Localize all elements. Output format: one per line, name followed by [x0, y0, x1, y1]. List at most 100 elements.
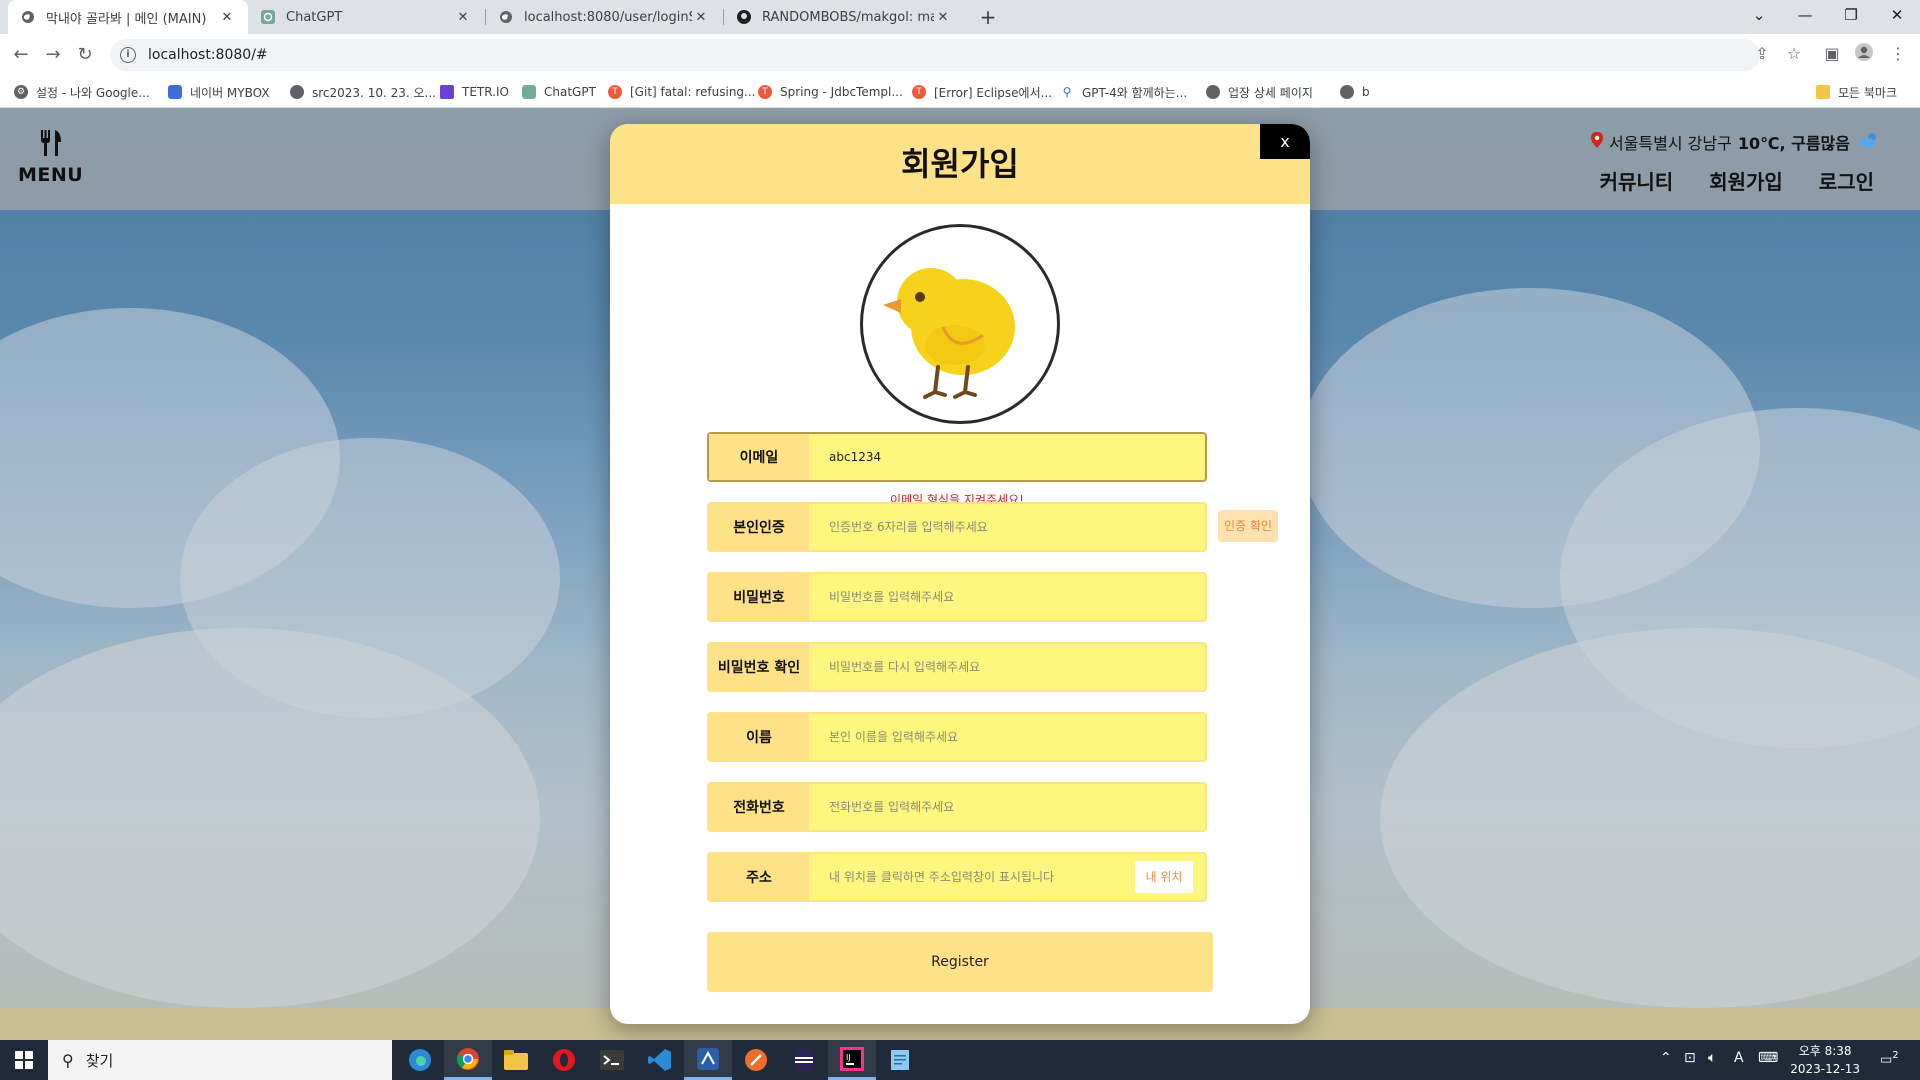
intellij-icon[interactable]: IJ	[828, 1040, 876, 1080]
bookmark-label: [Git] fatal: refusing...	[630, 85, 756, 99]
password-input[interactable]	[809, 574, 1205, 620]
tab-title: localhost:8080/user/loginSucce	[524, 9, 692, 25]
verification-label: 본인인증	[709, 504, 809, 550]
nav-community[interactable]: 커뮤니티	[1600, 166, 1674, 195]
tistory-icon: T	[912, 85, 926, 99]
share-icon[interactable]: ⇪	[1750, 42, 1774, 66]
notepad-icon[interactable]	[876, 1040, 924, 1080]
bookmark-item[interactable]: ChatGPT	[522, 83, 596, 101]
volume-icon[interactable]: 🔈︎	[1708, 1050, 1716, 1066]
bookmark-item[interactable]: T [Git] fatal: refusing...	[608, 83, 755, 101]
password-label: 비밀번호	[709, 574, 809, 620]
address-input[interactable]	[809, 854, 1135, 900]
side-panel-icon[interactable]: ▣	[1820, 42, 1844, 66]
modal-header: 회원가입	[610, 124, 1310, 204]
restore-button[interactable]: ❐	[1828, 0, 1874, 34]
cube-icon	[168, 85, 182, 99]
nav-login[interactable]: 로그인	[1819, 166, 1874, 195]
postman-icon[interactable]	[732, 1040, 780, 1080]
close-icon[interactable]: ✕	[692, 10, 710, 25]
chevron-up-icon[interactable]: ⌃	[1660, 1050, 1672, 1066]
eclipse-icon[interactable]	[780, 1040, 828, 1080]
weather-widget: 서울특별시 강남구 10℃, 구름많음	[1590, 130, 1880, 154]
chatgpt-icon	[260, 9, 276, 25]
bookmark-item[interactable]: TETR.IO	[440, 83, 509, 101]
cloud-decoration	[1380, 628, 1920, 1008]
windows-start-icon[interactable]	[0, 1040, 48, 1080]
kebab-menu-icon[interactable]: ⋮	[1886, 42, 1910, 66]
my-location-button[interactable]: 내 위치	[1135, 861, 1193, 893]
password-confirm-input[interactable]	[809, 644, 1205, 690]
utensils-icon	[18, 128, 82, 164]
profile-icon[interactable]	[1852, 42, 1876, 66]
bookmark-item[interactable]: ⚲ GPT-4와 함께하는...	[1060, 83, 1188, 101]
taskbar-search[interactable]: ⚲ 찾기	[48, 1040, 392, 1080]
notification-icon[interactable]: ▭2	[1880, 1050, 1899, 1067]
tab-title: RANDOMBOBS/makgol: makgo	[762, 9, 934, 25]
bookmark-item[interactable]: ⚙ 설정 - 나와 Google...	[14, 83, 150, 101]
network-icon[interactable]: ⊡	[1684, 1050, 1696, 1066]
tab-title: 막내야 골라봐 | 메인 (MAIN)	[46, 11, 207, 27]
tab-main[interactable]: 막내야 골라봐 | 메인 (MAIN) ✕	[8, 0, 248, 34]
reload-icon[interactable]: ↻	[72, 42, 98, 68]
bookmark-item[interactable]: 네이버 MYBOX	[168, 83, 270, 101]
new-tab-button[interactable]: +	[976, 5, 1000, 29]
tab-chatgpt[interactable]: ChatGPT ✕	[248, 0, 484, 34]
register-button[interactable]: Register	[707, 932, 1213, 992]
folder-icon	[1816, 85, 1830, 99]
minimize-button[interactable]: —	[1782, 0, 1828, 34]
verify-button[interactable]: 인증 확인	[1218, 510, 1278, 542]
close-window-button[interactable]: ✕	[1874, 0, 1920, 34]
tab-search-icon[interactable]: ⌄	[1736, 0, 1782, 34]
verification-input[interactable]	[809, 504, 1205, 550]
all-bookmarks[interactable]: 모든 북마크	[1816, 83, 1897, 101]
sourcetree-icon[interactable]	[684, 1040, 732, 1080]
browser-toolbar: ← → ↻ i localhost:8080/# ⇪ ☆ ▣ ⋮	[0, 34, 1920, 76]
globe-icon	[290, 85, 304, 99]
chrome-icon[interactable]	[444, 1040, 492, 1080]
ime-icon[interactable]: A	[1734, 1050, 1744, 1066]
vscode-icon[interactable]	[636, 1040, 684, 1080]
nav-signup[interactable]: 회원가입	[1709, 166, 1783, 195]
bookmark-label: Spring - JdbcTempl...	[780, 85, 903, 99]
phone-input[interactable]	[809, 784, 1205, 830]
password-confirm-field: 비밀번호 확인	[707, 642, 1207, 692]
terminal-icon[interactable]	[588, 1040, 636, 1080]
bookmark-item[interactable]: T [Error] Eclipse에서...	[912, 83, 1052, 101]
bookmark-item[interactable]: 업장 상세 페이지	[1206, 83, 1313, 101]
email-input[interactable]	[809, 434, 1205, 480]
email-label: 이메일	[709, 434, 809, 480]
menu-button[interactable]: MENU	[18, 128, 84, 186]
address-bar[interactable]: i localhost:8080/#	[110, 39, 1760, 71]
bookmark-label: 네이버 MYBOX	[190, 85, 270, 100]
edge-icon[interactable]	[396, 1040, 444, 1080]
bookmark-item[interactable]: src2023. 10. 23. 오...	[290, 83, 436, 101]
chatgpt-icon	[522, 85, 536, 99]
tab-github[interactable]: RANDOMBOBS/makgol: makgo ✕	[724, 0, 964, 34]
bookmark-item[interactable]: T Spring - JdbcTempl...	[758, 83, 903, 101]
close-icon[interactable]: ✕	[218, 10, 236, 25]
windows-taskbar: ⚲ 찾기 IJ ⌃ ⊡ 🔈︎ A ⌨ 오후 8:38 2023-12-13 ▭2	[0, 1040, 1920, 1080]
file-explorer-icon[interactable]	[492, 1040, 540, 1080]
modal-close-button[interactable]: x	[1260, 124, 1310, 159]
star-icon[interactable]: ☆	[1782, 42, 1806, 66]
info-icon[interactable]: i	[120, 47, 136, 63]
tab-login-success[interactable]: localhost:8080/user/loginSucce ✕	[486, 0, 722, 34]
keyboard-layout-icon[interactable]: ⌨	[1758, 1050, 1778, 1066]
close-icon[interactable]: ✕	[454, 10, 472, 25]
taskbar-clock[interactable]: 오후 8:38 2023-12-13	[1790, 1042, 1860, 1078]
back-icon[interactable]: ←	[8, 42, 34, 68]
url-text: localhost:8080/#	[148, 47, 268, 63]
notification-count: 2	[1892, 1050, 1899, 1061]
globe-icon	[1340, 85, 1354, 99]
menu-label: MENU	[18, 164, 84, 186]
bookmark-item[interactable]: b	[1340, 83, 1370, 101]
bookmarks-bar: ⚙ 설정 - 나와 Google... 네이버 MYBOX src2023. 10…	[0, 76, 1920, 108]
weather-summary: 10℃, 구름많음	[1737, 134, 1850, 153]
name-input[interactable]	[809, 714, 1205, 760]
forward-icon[interactable]: →	[40, 42, 66, 68]
close-icon[interactable]: ✕	[934, 10, 952, 25]
opera-icon[interactable]	[540, 1040, 588, 1080]
globe-icon	[498, 9, 514, 25]
chick-avatar	[860, 224, 1060, 424]
